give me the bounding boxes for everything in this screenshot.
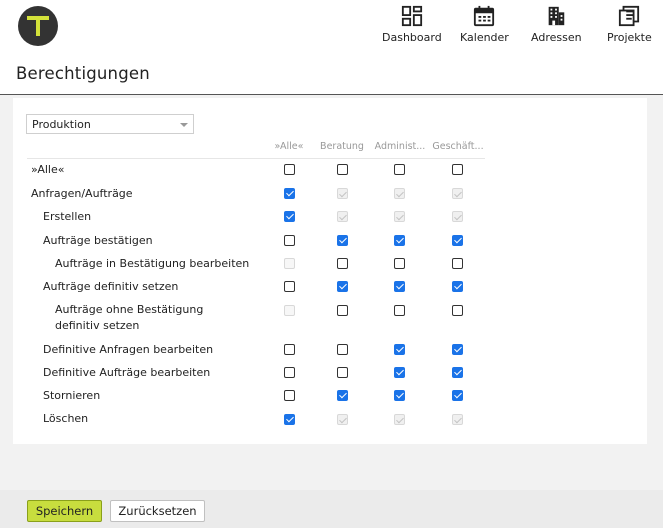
- page-title: Berechtigungen: [16, 64, 150, 83]
- permission-checkbox[interactable]: [394, 390, 405, 401]
- row-label-ohne-bestaetigung-line1: Aufträge ohne Bestätigung: [55, 303, 204, 316]
- column-header-beratung: Beratung: [320, 141, 364, 152]
- permission-checkbox[interactable]: [394, 305, 405, 316]
- permission-checkbox[interactable]: [452, 235, 463, 246]
- row-label-alle: »Alle«: [31, 163, 65, 176]
- permission-checkbox[interactable]: [452, 367, 463, 378]
- permission-checkbox[interactable]: [284, 414, 295, 425]
- permission-checkbox: [394, 188, 405, 199]
- nav-dashboard-label: Dashboard: [382, 31, 442, 44]
- projects-icon: [619, 5, 640, 27]
- t-logo-icon[interactable]: [18, 6, 58, 46]
- permission-checkbox[interactable]: [394, 367, 405, 378]
- permission-checkbox[interactable]: [394, 164, 405, 175]
- permission-checkbox[interactable]: [284, 235, 295, 246]
- permission-checkbox: [284, 258, 295, 269]
- row-label-definitive-anfragen: Definitive Anfragen bearbeiten: [43, 343, 214, 356]
- permission-checkbox[interactable]: [284, 188, 295, 199]
- dashboard-icon: [401, 5, 422, 27]
- permission-checkbox[interactable]: [452, 390, 463, 401]
- permission-checkbox[interactable]: [337, 258, 348, 269]
- nav-dashboard[interactable]: Dashboard: [382, 5, 442, 47]
- nav-projekte-label: Projekte: [607, 31, 652, 44]
- permission-checkbox[interactable]: [284, 281, 295, 292]
- column-header-administration: Administ...: [374, 141, 426, 152]
- permission-checkbox[interactable]: [394, 235, 405, 246]
- calendar-icon: [474, 5, 495, 27]
- permission-checkbox: [337, 414, 348, 425]
- header-divider: [27, 158, 485, 159]
- permission-checkbox[interactable]: [284, 164, 295, 175]
- nav-kalender[interactable]: Kalender: [460, 5, 509, 47]
- row-label-auftraege-in-bestaetigung: Aufträge in Bestätigung bearbeiten: [55, 257, 250, 270]
- building-icon: [548, 6, 565, 26]
- permission-checkbox[interactable]: [452, 164, 463, 175]
- nav-adressen-label: Adressen: [531, 31, 582, 44]
- chevron-down-icon: [180, 123, 188, 127]
- row-label-definitive-auftraege: Definitive Aufträge bearbeiten: [43, 366, 211, 379]
- permission-checkbox[interactable]: [337, 164, 348, 175]
- permission-checkbox[interactable]: [337, 367, 348, 378]
- permission-checkbox[interactable]: [284, 367, 295, 378]
- permission-checkbox: [452, 211, 463, 222]
- permission-checkbox[interactable]: [394, 344, 405, 355]
- top-bar: Dashboard Kalender Adressen Projekte Ber…: [0, 0, 663, 95]
- row-label-auftraege-bestaetigen: Aufträge bestätigen: [43, 234, 153, 247]
- permission-checkbox: [452, 188, 463, 199]
- permission-checkbox[interactable]: [337, 235, 348, 246]
- permission-checkbox[interactable]: [284, 344, 295, 355]
- permission-checkbox: [337, 211, 348, 222]
- row-label-auftraege-definitiv: Aufträge definitiv setzen: [43, 280, 179, 293]
- reset-button[interactable]: Zurücksetzen: [110, 500, 205, 522]
- nav-adressen[interactable]: Adressen: [531, 5, 582, 47]
- row-label-stornieren: Stornieren: [43, 389, 101, 402]
- permission-checkbox[interactable]: [337, 344, 348, 355]
- permission-checkbox: [394, 414, 405, 425]
- save-button[interactable]: Speichern: [27, 500, 102, 522]
- permission-checkbox[interactable]: [284, 211, 295, 222]
- permission-checkbox: [394, 211, 405, 222]
- permission-checkbox[interactable]: [394, 281, 405, 292]
- column-header-geschaeftsleitung: Geschäft...: [432, 141, 484, 152]
- permission-checkbox: [452, 414, 463, 425]
- role-select[interactable]: Produktion: [26, 114, 194, 134]
- permission-checkbox: [337, 188, 348, 199]
- permission-checkbox: [284, 305, 295, 316]
- row-label-ohne-bestaetigung-line2: definitiv setzen: [55, 319, 140, 332]
- row-label-anfragen-auftraege: Anfragen/Aufträge: [31, 187, 133, 200]
- role-select-value: Produktion: [32, 118, 91, 131]
- permission-checkbox[interactable]: [452, 281, 463, 292]
- row-label-erstellen: Erstellen: [43, 210, 92, 223]
- nav-kalender-label: Kalender: [460, 31, 509, 44]
- nav-projekte[interactable]: Projekte: [607, 5, 652, 47]
- permission-checkbox[interactable]: [337, 305, 348, 316]
- permission-checkbox[interactable]: [284, 390, 295, 401]
- permission-checkbox[interactable]: [394, 258, 405, 269]
- permission-checkbox[interactable]: [337, 281, 348, 292]
- row-label-loeschen: Löschen: [43, 412, 89, 425]
- permission-checkbox[interactable]: [337, 390, 348, 401]
- permission-checkbox[interactable]: [452, 258, 463, 269]
- permission-checkbox[interactable]: [452, 305, 463, 316]
- permission-checkbox[interactable]: [452, 344, 463, 355]
- column-header-alle: »Alle«: [274, 141, 304, 152]
